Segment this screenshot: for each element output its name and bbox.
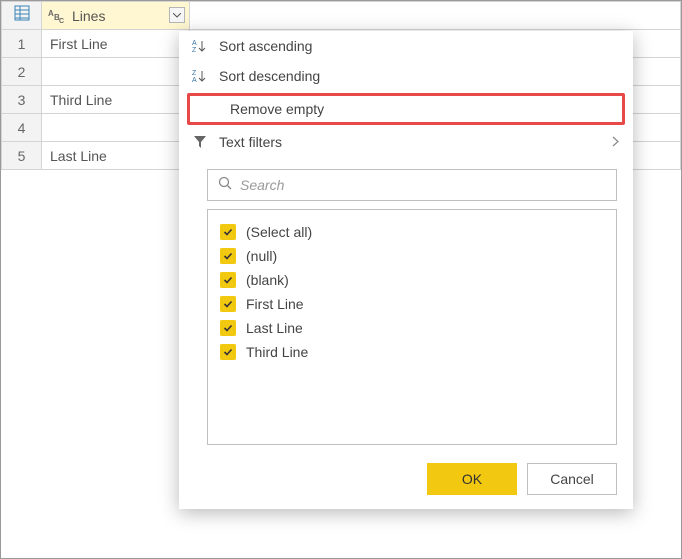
remove-empty-item[interactable]: Remove empty [190, 96, 622, 122]
value-null[interactable]: (null) [220, 244, 604, 268]
filter-menu: AZ Sort ascending ZA Sort descending Rem… [179, 31, 633, 509]
ok-button[interactable]: OK [427, 463, 517, 495]
button-row: OK Cancel [179, 453, 633, 495]
value-first-line[interactable]: First Line [220, 292, 604, 316]
table-corner[interactable] [2, 2, 42, 30]
value-third-line[interactable]: Third Line [220, 340, 604, 364]
value-label: (Select all) [246, 224, 312, 240]
menu-label: Remove empty [230, 101, 324, 117]
checkbox-checked-icon[interactable] [220, 224, 236, 240]
empty-header-space [190, 2, 681, 30]
row-number[interactable]: 5 [2, 142, 42, 170]
svg-text:A: A [192, 77, 197, 83]
value-last-line[interactable]: Last Line [220, 316, 604, 340]
sort-ascending-item[interactable]: AZ Sort ascending [179, 31, 633, 61]
table-icon [14, 5, 30, 26]
svg-text:Z: Z [192, 47, 197, 53]
cell-value[interactable] [42, 114, 190, 142]
search-icon [218, 176, 232, 195]
chevron-right-icon [612, 134, 619, 150]
menu-label: Sort descending [219, 68, 320, 84]
filter-icon [191, 135, 209, 149]
value-label: Third Line [246, 344, 308, 360]
values-list[interactable]: (Select all) (null) (blank) First Line L… [207, 209, 617, 445]
cancel-button[interactable]: Cancel [527, 463, 617, 495]
value-label: (blank) [246, 272, 289, 288]
cell-value[interactable]: First Line [42, 30, 190, 58]
checkbox-checked-icon[interactable] [220, 320, 236, 336]
value-blank[interactable]: (blank) [220, 268, 604, 292]
row-number[interactable]: 4 [2, 114, 42, 142]
menu-label: Text filters [219, 134, 282, 150]
value-label: Last Line [246, 320, 303, 336]
row-number[interactable]: 2 [2, 58, 42, 86]
checkbox-checked-icon[interactable] [220, 248, 236, 264]
svg-text:C: C [59, 18, 64, 24]
cell-value[interactable]: Third Line [42, 86, 190, 114]
chevron-down-icon [173, 13, 181, 18]
checkbox-checked-icon[interactable] [220, 272, 236, 288]
column-header[interactable]: ABC Lines [42, 2, 190, 30]
cell-value[interactable]: Last Line [42, 142, 190, 170]
checkbox-checked-icon[interactable] [220, 296, 236, 312]
search-box[interactable] [207, 169, 617, 201]
value-label: (null) [246, 248, 277, 264]
value-select-all[interactable]: (Select all) [220, 220, 604, 244]
column-filter-dropdown[interactable] [169, 7, 185, 23]
row-number[interactable]: 3 [2, 86, 42, 114]
search-input[interactable] [240, 177, 606, 193]
sort-asc-icon: AZ [191, 39, 209, 53]
svg-text:Z: Z [192, 70, 197, 77]
menu-label: Sort ascending [219, 38, 312, 54]
column-name: Lines [72, 8, 183, 24]
cell-value[interactable] [42, 58, 190, 86]
row-number[interactable]: 1 [2, 30, 42, 58]
text-type-icon: ABC [48, 7, 66, 25]
value-label: First Line [246, 296, 304, 312]
sort-desc-icon: ZA [191, 69, 209, 83]
svg-text:A: A [192, 40, 197, 47]
sort-descending-item[interactable]: ZA Sort descending [179, 61, 633, 91]
highlight-annotation: Remove empty [187, 93, 625, 125]
checkbox-checked-icon[interactable] [220, 344, 236, 360]
text-filters-item[interactable]: Text filters [179, 127, 633, 157]
